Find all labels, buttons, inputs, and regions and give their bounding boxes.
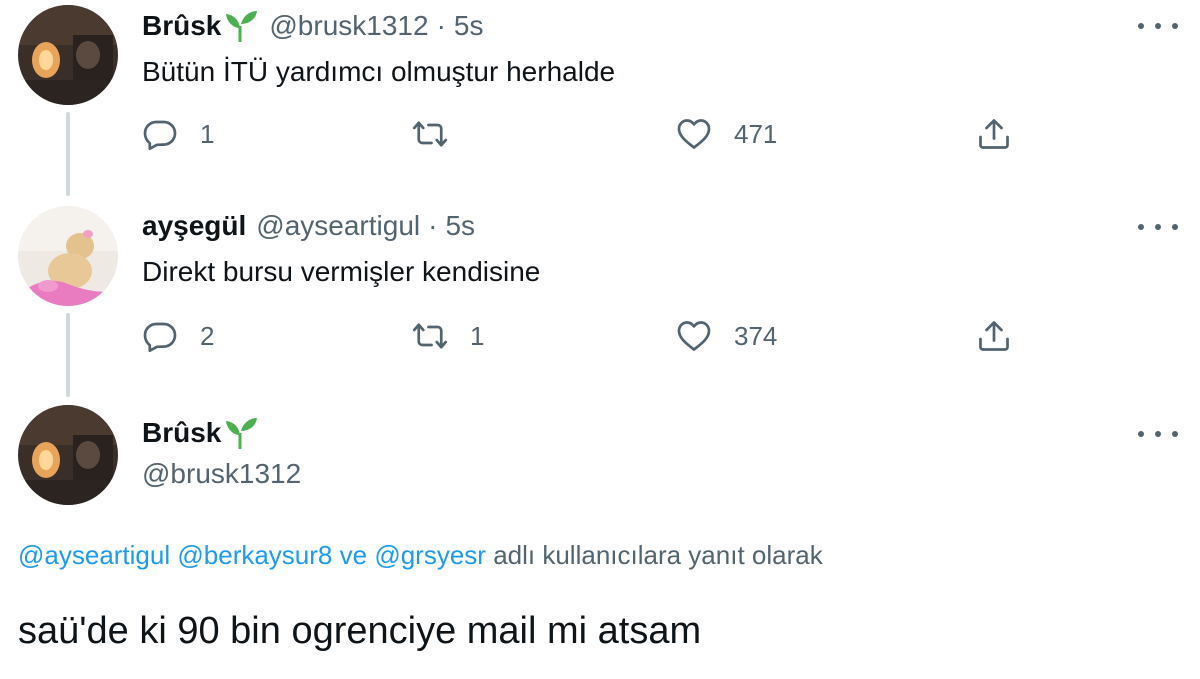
tweet-actions: 2 1 374 bbox=[142, 318, 1022, 362]
like-count: 374 bbox=[734, 320, 778, 351]
reply-button[interactable]: 2 bbox=[142, 318, 214, 354]
tweet-actions: 1 471 bbox=[142, 116, 1022, 160]
reply-suffix: adlı kullanıcılara yanıt olarak bbox=[493, 540, 823, 570]
thread-line bbox=[66, 313, 70, 397]
share-button[interactable] bbox=[976, 318, 1012, 354]
focal-tweet-text: saü'de ki 90 bin ogrenciye mail mi atsam bbox=[18, 610, 702, 652]
display-name[interactable]: ayşegül bbox=[142, 210, 246, 242]
display-name[interactable]: Brûsk bbox=[142, 10, 221, 42]
separator: · bbox=[428, 210, 438, 241]
heart-icon bbox=[677, 119, 711, 149]
sprout-icon bbox=[223, 415, 259, 451]
mention-conjunction: ve bbox=[339, 540, 368, 570]
avatar-brusk[interactable] bbox=[18, 5, 118, 105]
like-count: 471 bbox=[734, 118, 778, 149]
tweet-text: Direkt bursu vermişler kendisine bbox=[142, 256, 541, 287]
reply-icon bbox=[143, 322, 177, 353]
tweet-header: Brûsk @brusk1312 · 5s bbox=[142, 8, 483, 44]
retweet-count: 1 bbox=[470, 320, 485, 351]
timestamp[interactable]: 5s bbox=[454, 10, 484, 42]
focal-display-name-row: Brûsk bbox=[142, 415, 259, 451]
share-icon bbox=[979, 119, 1009, 149]
like-button[interactable]: 374 bbox=[676, 318, 777, 354]
replying-to: @ayseartigul @berkaysur8 ve @grsyesr adl… bbox=[18, 540, 823, 571]
mention-link[interactable]: @ayseartigul bbox=[18, 540, 170, 570]
more-icon[interactable] bbox=[1138, 424, 1178, 444]
heart-icon bbox=[677, 321, 711, 351]
more-icon[interactable] bbox=[1138, 217, 1178, 237]
reply-count: 1 bbox=[200, 118, 215, 149]
display-name[interactable]: Brûsk bbox=[142, 417, 221, 449]
avatar-image bbox=[18, 405, 118, 505]
share-icon bbox=[979, 321, 1009, 351]
handle[interactable]: @brusk1312 bbox=[269, 10, 428, 42]
reply-count: 2 bbox=[200, 320, 215, 351]
handle[interactable]: @brusk1312 bbox=[142, 458, 301, 490]
retweet-button[interactable] bbox=[412, 116, 470, 152]
mention-link[interactable]: @grsyesr bbox=[374, 540, 486, 570]
share-button[interactable] bbox=[976, 116, 1012, 152]
retweet-button[interactable]: 1 bbox=[412, 318, 484, 354]
avatar-image bbox=[18, 5, 118, 105]
reply-button[interactable]: 1 bbox=[142, 116, 214, 152]
avatar-image bbox=[18, 206, 118, 306]
avatar-aysegul[interactable] bbox=[18, 206, 118, 306]
avatar-brusk[interactable] bbox=[18, 405, 118, 505]
retweet-icon bbox=[412, 323, 448, 349]
separator: · bbox=[436, 10, 446, 41]
mention-link[interactable]: @berkaysur8 bbox=[177, 540, 332, 570]
retweet-icon bbox=[412, 121, 448, 147]
reply-icon bbox=[143, 120, 177, 151]
tweet-header: ayşegül @ayseartigul · 5s bbox=[142, 208, 475, 244]
tweet-text: Bütün İTÜ yardımcı olmuştur herhalde bbox=[142, 56, 616, 87]
more-icon[interactable] bbox=[1138, 16, 1178, 36]
handle[interactable]: @ayseartigul bbox=[256, 210, 420, 242]
like-button[interactable]: 471 bbox=[676, 116, 777, 152]
timestamp[interactable]: 5s bbox=[445, 210, 475, 242]
sprout-icon bbox=[223, 8, 259, 44]
thread-line bbox=[66, 112, 70, 196]
